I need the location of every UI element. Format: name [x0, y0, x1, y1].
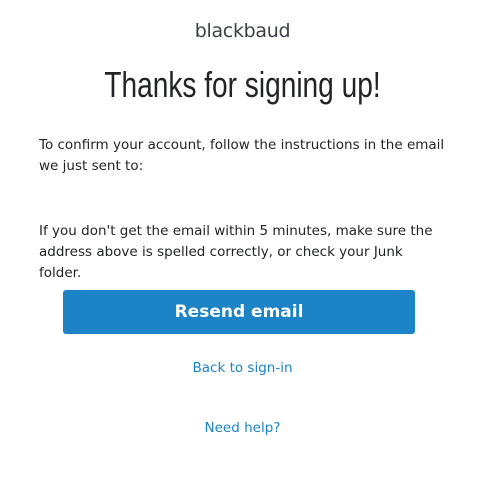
back-to-sign-in-row: Back to sign-in [0, 360, 485, 376]
signup-confirmation-page: blackbaud Thanks for signing up! To conf… [0, 0, 485, 493]
resend-email-button[interactable]: Resend email [63, 290, 415, 334]
confirm-instructions: To confirm your account, follow the inst… [39, 137, 445, 174]
junk-folder-instructions: If you don't get the email within 5 minu… [39, 223, 433, 281]
need-help-row: Need help? [0, 420, 485, 436]
need-help-link[interactable]: Need help? [205, 420, 281, 436]
page-title: Thanks for signing up! [104, 64, 381, 105]
back-to-sign-in-link[interactable]: Back to sign-in [193, 360, 293, 376]
blackbaud-logo: blackbaud [194, 20, 291, 42]
